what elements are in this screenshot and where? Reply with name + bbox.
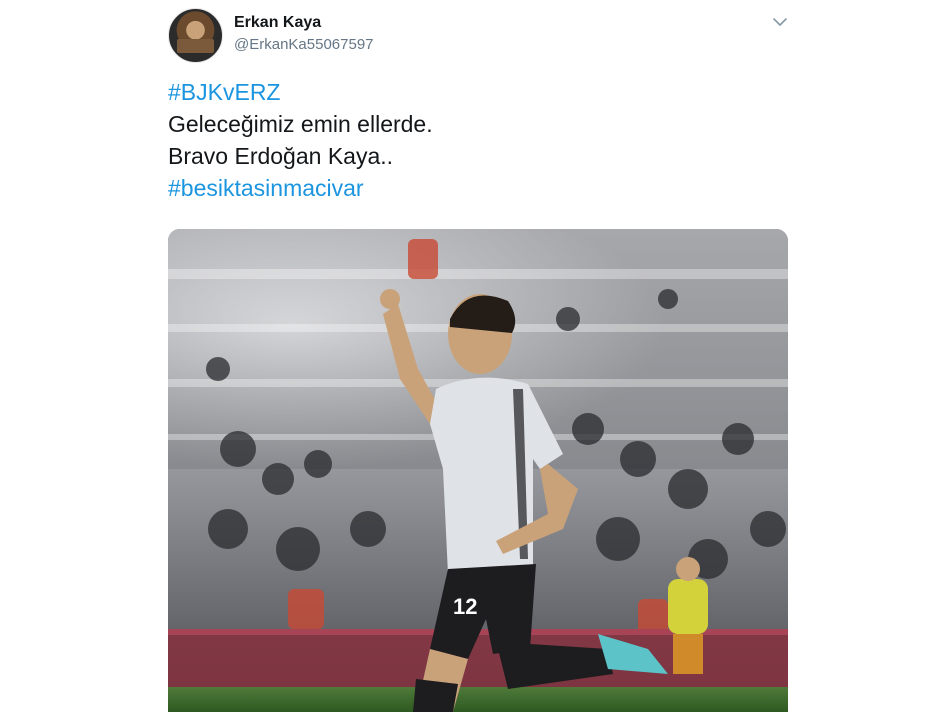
user-handle[interactable]: @ErkanKa55067597 [234, 36, 374, 53]
tweet-text-line: Geleceğimiz emin ellerde. [168, 111, 433, 137]
chevron-down-icon [773, 18, 787, 26]
tweet-photo[interactable]: 12 [168, 229, 788, 712]
hashtag-link[interactable]: #besiktasinmacivar [168, 172, 768, 204]
display-name[interactable]: Erkan Kaya [234, 14, 321, 32]
tweet: Erkan Kaya @ErkanKa55067597 #BJKvERZ Gel… [0, 0, 950, 712]
hashtag-link[interactable]: #BJKvERZ [168, 76, 768, 108]
avatar-detail [177, 39, 214, 53]
user-avatar[interactable] [168, 8, 223, 63]
tweet-text: #BJKvERZ Geleceğimiz emin ellerde. Bravo… [168, 76, 768, 204]
tweet-menu-button[interactable] [770, 12, 790, 32]
tweet-text-line: Bravo Erdoğan Kaya.. [168, 143, 394, 169]
shirt-number: 12 [453, 594, 477, 619]
football-player-photo: 12 [168, 229, 788, 712]
